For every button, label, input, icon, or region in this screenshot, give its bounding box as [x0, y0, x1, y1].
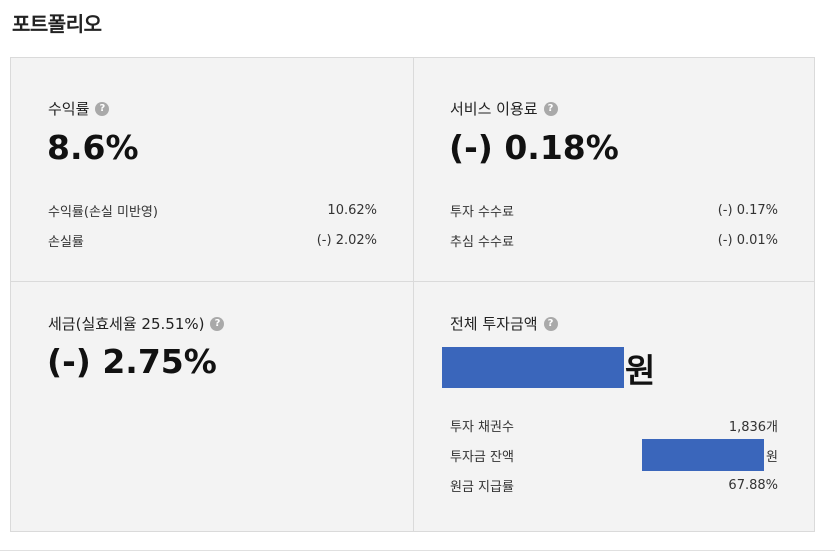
- row-label: 투자 채권수: [450, 419, 514, 435]
- row-value: (-) 2.02%: [316, 232, 377, 248]
- row-label: 추심 수수료: [450, 234, 514, 250]
- row-value: (-) 0.17%: [717, 202, 778, 218]
- vertical-divider: [413, 57, 414, 532]
- row-value: 1,836개: [728, 419, 778, 435]
- return-rate-label-text: 수익률: [48, 100, 90, 118]
- question-circle-icon[interactable]: ?: [543, 101, 558, 116]
- total-investment-label: 전체 투자금액 ?: [450, 313, 558, 334]
- question-circle-icon[interactable]: ?: [543, 316, 558, 331]
- row-label: 손실률: [48, 234, 84, 250]
- service-fee-value: (-) 0.18%: [449, 128, 619, 167]
- question-circle-icon[interactable]: ?: [95, 101, 110, 116]
- service-fee-label: 서비스 이용료 ?: [450, 98, 558, 119]
- bottom-divider: [0, 550, 835, 551]
- row-label: 투자금 잔액: [450, 449, 514, 465]
- balance-row: 투자금 잔액 원: [450, 439, 778, 471]
- balance-unit: 원: [766, 449, 778, 465]
- return-rate-row: 수익률(손실 미반영) 10.62%: [48, 201, 377, 220]
- return-rate-value: 8.6%: [47, 128, 139, 167]
- loss-rate-row: 손실률 (-) 2.02%: [48, 231, 377, 250]
- tax-label-text: 세금(실효세율 25.51%): [48, 315, 205, 333]
- balance-amount-redacted: [642, 439, 765, 471]
- principal-payment-row: 원금 지급률 67.88%: [450, 476, 778, 495]
- row-label: 원금 지급률: [450, 479, 514, 495]
- investment-fee-row: 투자 수수료 (-) 0.17%: [450, 201, 778, 220]
- page-title: 포트폴리오: [12, 12, 102, 36]
- row-value: 67.88%: [728, 477, 778, 493]
- total-investment-amount-redacted: [442, 347, 624, 388]
- row-label: 투자 수수료: [450, 204, 514, 220]
- row-value: (-) 0.01%: [717, 232, 778, 248]
- tax-value: (-) 2.75%: [47, 342, 217, 381]
- horizontal-divider: [10, 281, 815, 282]
- service-fee-label-text: 서비스 이용료: [450, 100, 538, 118]
- row-value: 원: [642, 439, 778, 471]
- row-value: 10.62%: [327, 202, 377, 218]
- total-investment-unit: 원: [625, 351, 656, 390]
- tax-label: 세금(실효세율 25.51%) ?: [48, 313, 225, 334]
- bond-count-row: 투자 채권수 1,836개: [450, 416, 778, 435]
- question-circle-icon[interactable]: ?: [210, 316, 225, 331]
- total-investment-label-text: 전체 투자금액: [450, 315, 538, 333]
- collection-fee-row: 추심 수수료 (-) 0.01%: [450, 231, 778, 250]
- return-rate-label: 수익률 ?: [48, 98, 110, 119]
- row-label: 수익률(손실 미반영): [48, 204, 158, 220]
